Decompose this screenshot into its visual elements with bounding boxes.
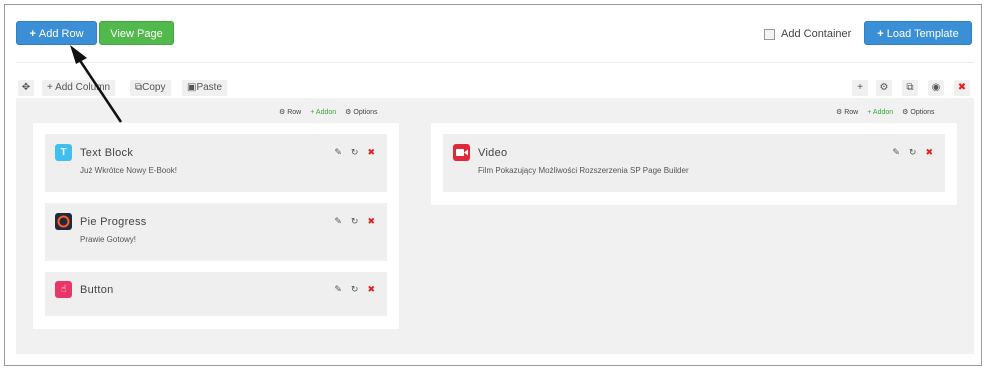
mouse-pointer-arrow-icon (70, 45, 123, 123)
